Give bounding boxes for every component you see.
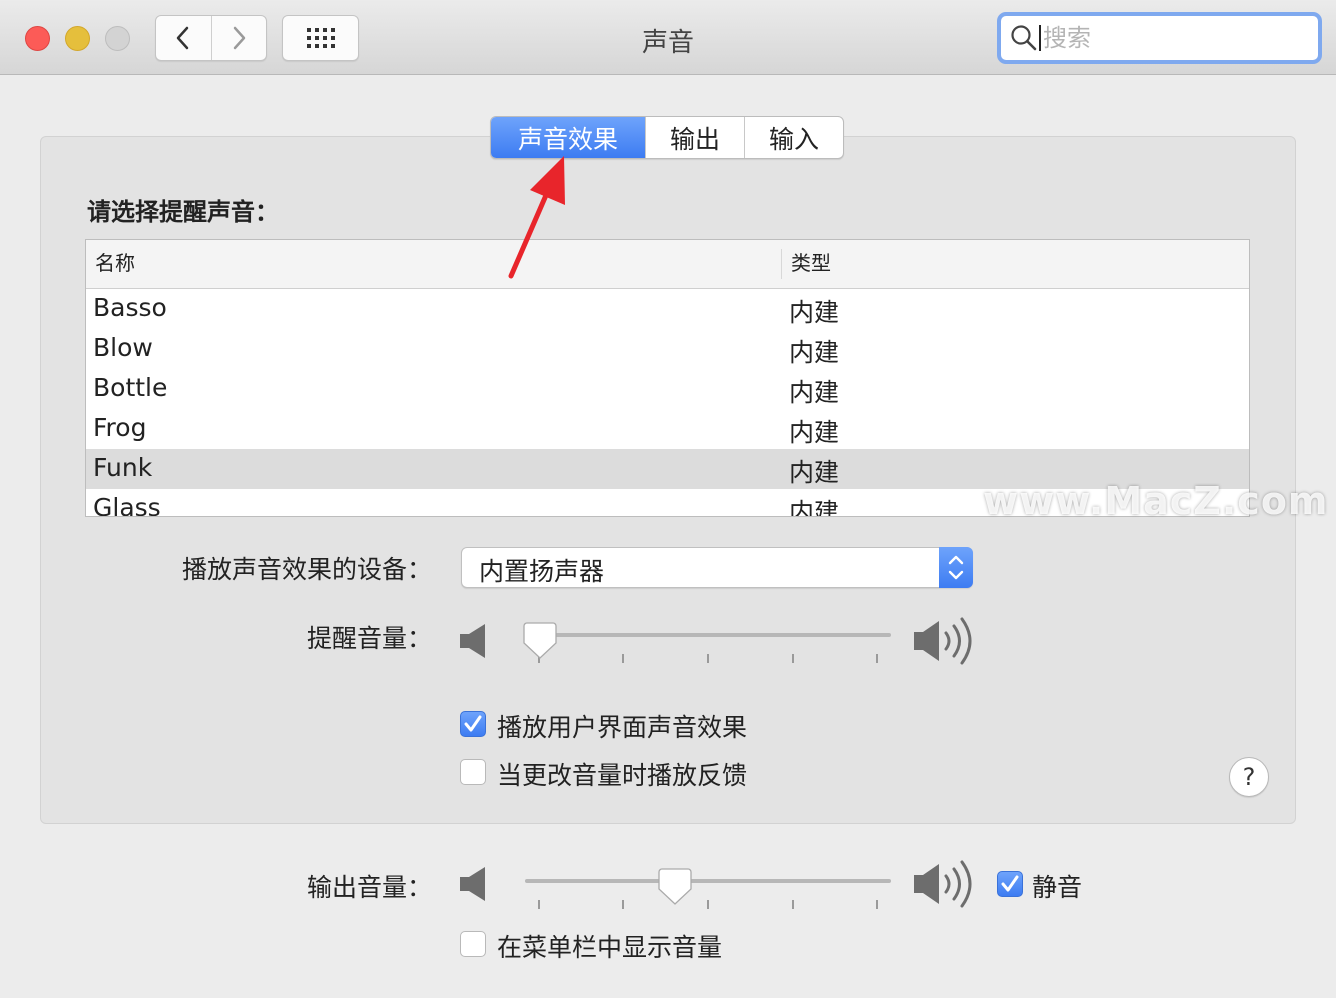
output-volume-label: 输出音量：: [306, 873, 432, 902]
table-header: 名称 类型: [86, 240, 1249, 289]
search-input[interactable]: [1041, 24, 1303, 52]
search-icon: [1011, 25, 1037, 51]
speaker-high-icon: [914, 860, 972, 908]
table-row[interactable]: Bottle 内建: [86, 369, 1249, 409]
watermark-text: www.MacZ.com: [983, 479, 1329, 523]
cell-sound-type: 内建: [789, 418, 840, 447]
device-value: 内置扬声器: [479, 557, 605, 586]
mute-label[interactable]: 静音: [1032, 868, 1082, 904]
checkmark-icon: [1001, 875, 1019, 892]
annotation-arrow: [508, 156, 565, 279]
alert-volume-label: 提醒音量：: [306, 624, 432, 653]
cell-sound-type: 内建: [789, 378, 840, 407]
output-volume-slider-knob[interactable]: [657, 866, 693, 906]
speaker-high-icon: [914, 617, 972, 665]
watermark: Z www.MacZ.com: [975, 477, 1328, 525]
cell-sound-name: Basso: [93, 293, 167, 322]
column-header-name[interactable]: 名称: [95, 240, 135, 288]
volume-feedback-label[interactable]: 当更改音量时播放反馈: [497, 756, 747, 792]
alert-sound-label: 请选择提醒声音：: [87, 198, 279, 226]
cell-sound-name: Bottle: [93, 373, 168, 402]
cell-sound-name: Funk: [93, 453, 153, 482]
table-row[interactable]: Basso 内建: [86, 289, 1249, 329]
cell-sound-type: 内建: [789, 298, 840, 327]
alert-sound-table[interactable]: 名称 类型 Basso 内建 Blow 内建 Bottle 内建 Frog 内建 Funk 内建 G…: [85, 239, 1250, 517]
speaker-low-icon: [460, 624, 485, 658]
search-field[interactable]: [997, 12, 1322, 64]
table-row[interactable]: Blow 内建: [86, 329, 1249, 369]
device-label: 播放声音效果的设备：: [181, 555, 432, 584]
cell-sound-type: 内建: [789, 458, 840, 487]
play-ui-sounds-checkbox[interactable]: [460, 711, 486, 737]
checkmark-icon: [464, 715, 482, 732]
tab-output[interactable]: 输出: [645, 117, 744, 158]
help-button[interactable]: ?: [1229, 757, 1269, 797]
cell-sound-type: 内建: [789, 338, 840, 367]
column-header-type[interactable]: 类型: [781, 249, 831, 279]
popup-stepper[interactable]: [939, 547, 973, 588]
output-volume-slider-track[interactable]: [525, 879, 891, 883]
title-bar: 声音: [0, 0, 1336, 75]
speaker-low-icon: [460, 867, 485, 901]
output-device-popup[interactable]: 内置扬声器: [461, 547, 973, 588]
show-volume-in-menubar-label[interactable]: 在菜单栏中显示音量: [497, 928, 722, 964]
show-volume-in-menubar-checkbox[interactable]: [460, 931, 486, 957]
play-ui-sounds-label[interactable]: 播放用户界面声音效果: [497, 708, 747, 744]
updown-chevron-icon: [948, 555, 964, 580]
tab-input[interactable]: 输入: [744, 117, 843, 158]
cell-sound-name: Frog: [93, 413, 147, 442]
cell-sound-type: 内建: [789, 498, 840, 517]
alert-volume-slider-track[interactable]: [525, 633, 891, 637]
table-row[interactable]: Frog 内建: [86, 409, 1249, 449]
cell-sound-name: Glass: [93, 493, 161, 517]
cell-sound-name: Blow: [93, 333, 153, 362]
alert-volume-slider-knob[interactable]: [522, 620, 558, 660]
volume-feedback-checkbox[interactable]: [460, 759, 486, 785]
mute-checkbox[interactable]: [997, 871, 1023, 897]
